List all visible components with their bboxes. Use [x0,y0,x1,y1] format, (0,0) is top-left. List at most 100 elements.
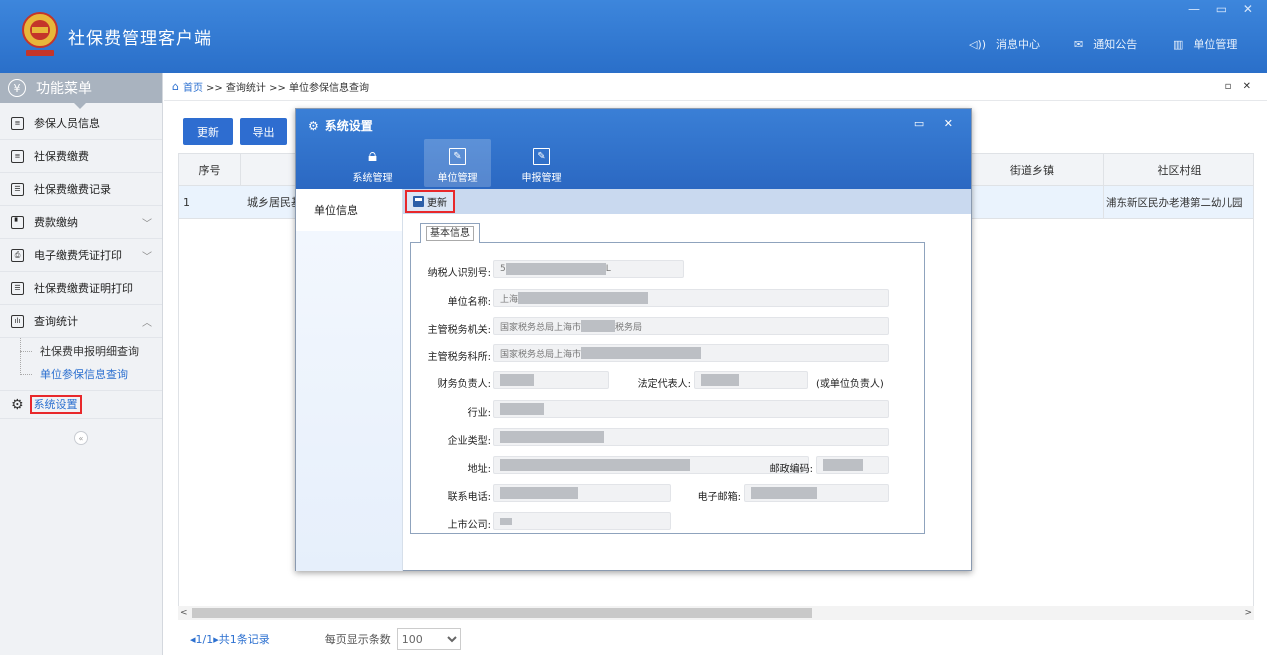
scrollbar-thumb[interactable] [192,608,812,618]
basic-info-form: 纳税人识别号: 5L 单位名称: 上海 主管税务机关: 国家税务总局上海市 税务局… [410,242,925,534]
speaker-icon: ◁)) [969,37,987,51]
per-page-label: 每页显示条数 [324,633,391,646]
taxpayer-id-field[interactable]: 5L [493,260,684,278]
redacted-block [500,431,604,443]
dialog-controls[interactable]: ▭ ✕ [914,117,961,130]
message-center-link[interactable]: ◁)) 消息中心 [969,36,1040,52]
export-button[interactable]: 导出 [240,118,287,145]
legal-rep-note: (或单位负责人) [816,379,884,390]
tab-label: 单位管理 [437,173,478,184]
edit-doc-icon: ✎ [533,148,550,165]
sidebar-item-fee-payment[interactable]: ▘ 费款缴纳 ﹀ [0,206,162,239]
query-submenu: 社保费申报明细查询 单位参保信息查询 [0,338,162,391]
card-icon: ▘ [11,215,24,229]
sidebar-item-certificate-print[interactable]: ☰ 社保费缴费证明打印 [0,272,162,305]
redacted-block [505,263,606,275]
email-label: 电子邮箱: [697,492,741,503]
tax-authority-field[interactable]: 国家税务总局上海市 税务局 [493,317,889,335]
sidebar-item-e-voucher-print[interactable]: ⎙ 电子缴费凭证打印 ﹀ [0,239,162,272]
system-setting-label: 系统设置 [29,395,82,414]
redacted-block [500,487,578,499]
listed-company-field[interactable] [493,512,671,530]
column-header-community: 社区村组 [1103,154,1255,185]
sidebar-item-system-setting[interactable]: ⚙ 系统设置 [0,391,162,419]
sub-item-unit-insurance-query[interactable]: 单位参保信息查询 [0,363,162,386]
dialog-title: ⚙ 系统设置 [308,117,373,134]
sidebar-item-label: 电子缴费凭证打印 [34,249,122,262]
column-header-street: 街道乡镇 [1010,163,1054,177]
mail-icon: ✉ [1074,37,1084,51]
lock-icon: 🔒︎ [367,146,378,166]
sub-item-declaration-detail[interactable]: 社保费申报明细查询 [0,340,162,363]
scroll-right-arrow-icon[interactable]: > [1244,606,1252,620]
cell-community: 浦东新区民办老港第二幼儿园 [1103,186,1255,218]
legal-rep-label: 法定代表人: [637,379,691,390]
legal-rep-field[interactable] [694,371,808,389]
tab-label: 申报管理 [521,173,562,184]
sidebar-item-label: 社保费缴费 [34,150,89,163]
redacted-block [581,347,702,359]
update-button-label: 更新 [427,198,447,209]
redacted-block [500,403,544,415]
section-tab-label: 基本信息 [426,226,474,241]
sidebar-item-payment[interactable]: ≡ 社保费缴费 [0,140,162,173]
dialog-title-label: 系统设置 [324,119,373,133]
tax-emblem-logo [22,12,58,56]
dialog-side-nav: 单位信息 [296,189,403,571]
chevron-up-icon: ︿ [142,317,152,329]
tax-office-field[interactable]: 国家税务总局上海市 [493,344,889,362]
sidebar-item-label: 费款缴纳 [34,216,78,229]
tab-controls[interactable]: ▫ ✕ [1225,81,1255,92]
finance-head-field[interactable] [493,371,609,389]
tab-unit-manage[interactable]: ✎ 单位管理 [424,139,491,187]
sidebar-item-label: 参保人员信息 [34,117,100,130]
cell-index: 1 [183,195,190,209]
menu-title-label: 功能菜单 [36,81,92,97]
email-field[interactable] [744,484,889,502]
unit-manage-link[interactable]: ▥ 单位管理 [1173,36,1237,52]
notice-label: 通知公告 [1093,38,1138,51]
sidebar-item-payment-records[interactable]: ☰ 社保费缴费记录 [0,173,162,206]
horizontal-scrollbar[interactable]: < > [178,606,1254,620]
scroll-left-arrow-icon[interactable]: < [180,606,188,620]
gear-icon: ⚙ [308,118,319,133]
window-controls[interactable]: — ▭ ✕ [1188,2,1259,16]
redacted-block [701,374,739,386]
pager: ◂1/1▸共1条记录 每页显示条数 100 [190,628,461,650]
update-button[interactable]: 更新 [405,190,455,213]
unit-name-value: 上海 [500,294,519,305]
enterprise-type-field[interactable] [493,428,889,446]
collapse-sidebar-button[interactable]: « [74,431,88,445]
tab-declaration-manage[interactable]: ✎ 申报管理 [508,139,575,187]
printer-icon: ⎙ [11,248,24,262]
address-label: 地址: [467,464,491,475]
notice-link[interactable]: ✉ 通知公告 [1074,36,1137,52]
redacted-block [500,374,534,386]
sidebar-item-insured-persons[interactable]: ≡ 参保人员信息 [0,107,162,140]
section-tab-basic-info[interactable]: 基本信息 [420,223,480,243]
redacted-block [500,459,690,471]
sidebar-item-label: 社保费缴费记录 [34,183,111,196]
unit-name-field[interactable]: 上海 [493,289,889,307]
dialog-toolbar: 更新 [403,189,971,214]
breadcrumb: ⌂ 首页 >> 查询统计 >> 单位参保信息查询 [164,73,1267,101]
building-icon: ▥ [1173,37,1184,51]
industry-field[interactable] [493,400,889,418]
unit-manage-label: 单位管理 [1193,38,1238,51]
save-icon [413,196,424,207]
phone-field[interactable] [493,484,671,502]
per-page-select[interactable]: 100 [396,628,461,650]
sidebar-item-query-stats[interactable]: ılı 查询统计 ︿ [0,305,162,338]
postcode-field[interactable] [816,456,889,474]
listed-company-label: 上市公司: [447,520,491,531]
doc-icon: ☰ [11,182,24,196]
redacted-block [581,320,616,332]
refresh-button[interactable]: 更新 [183,118,233,145]
tax-authority-suffix: 税务局 [615,322,643,333]
tax-office-label: 主管税务科所: [427,352,491,363]
side-nav-unit-info[interactable]: 单位信息 [296,189,402,231]
breadcrumb-home-link[interactable]: 首页 [183,79,203,94]
tab-system-manage[interactable]: 🔒︎ 系统管理 [339,139,406,187]
chevron-down-icon: ﹀ [142,251,152,263]
pager-nav[interactable]: ◂1/1▸共1条记录 [190,631,270,647]
